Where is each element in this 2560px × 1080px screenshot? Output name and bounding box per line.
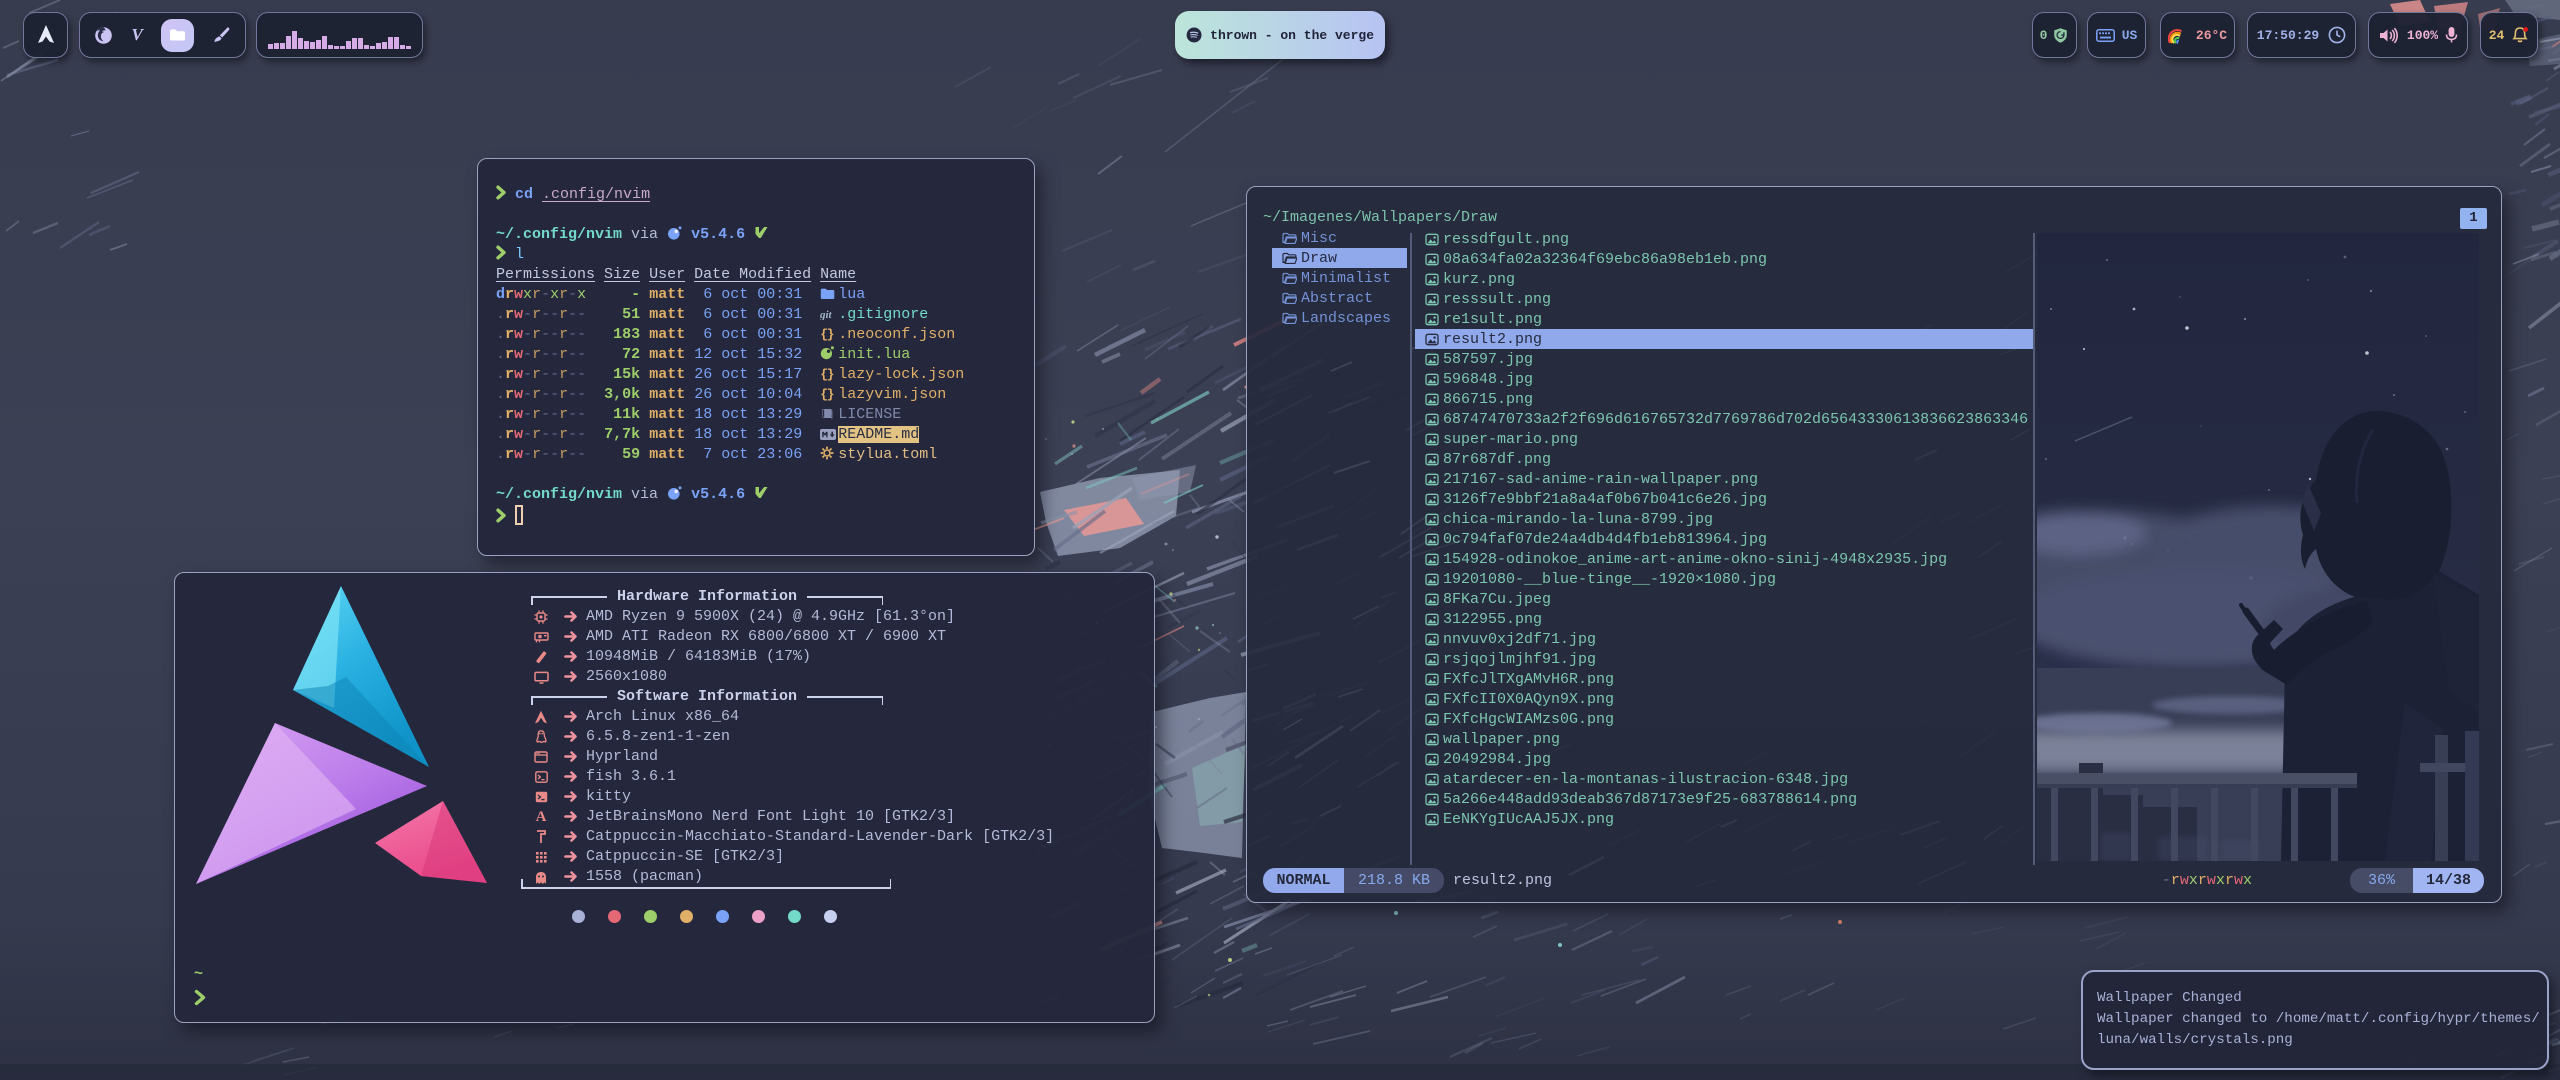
svg-text:git: git (820, 309, 833, 320)
